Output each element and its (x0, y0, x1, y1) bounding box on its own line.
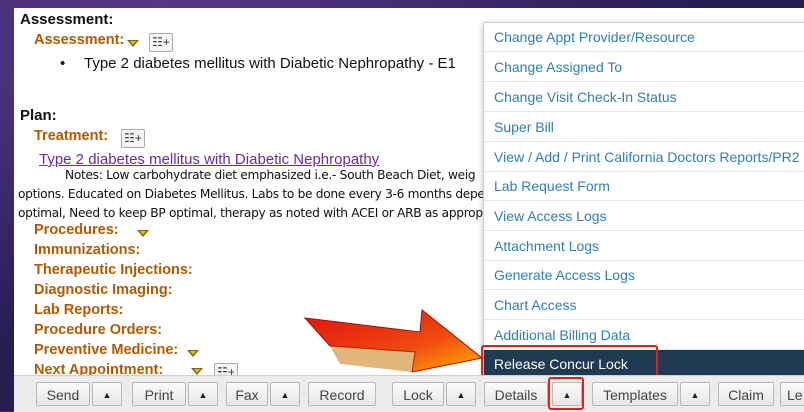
diagnosis-text: Type 2 diabetes mellitus with Diabetic N… (84, 55, 456, 72)
send-menu-up-icon[interactable]: ▲ (92, 382, 122, 406)
diagnosis-bullet: • (60, 55, 66, 72)
preventive-dropdown-icon[interactable] (187, 350, 199, 357)
section-next-appointment: Next Appointment: (34, 362, 164, 375)
section-immunizations: Immunizations: (34, 242, 141, 258)
procedures-dropdown-icon[interactable] (137, 230, 149, 237)
fax-button[interactable]: Fax (226, 382, 268, 406)
assessment-add-icon[interactable]: ☷+ (149, 33, 173, 52)
assessment-label: Assessment: (34, 32, 125, 48)
fax-menu-up-icon[interactable]: ▲ (270, 382, 300, 406)
menu-item-lab-request-form[interactable]: Lab Request Form (484, 172, 804, 201)
send-button[interactable]: Send (36, 382, 90, 406)
menu-item-chart-access[interactable]: Chart Access (484, 291, 804, 320)
claim-button[interactable]: Claim (718, 382, 774, 406)
plan-heading: Plan: (20, 107, 57, 124)
menu-item-attachment-logs[interactable]: Attachment Logs (484, 232, 804, 261)
section-preventive-medicine: Preventive Medicine: (34, 342, 179, 358)
treatment-add-icon[interactable]: ☷+ (121, 129, 145, 148)
section-procedures: Procedures: (34, 222, 119, 238)
section-lab-reports: Lab Reports: (34, 302, 124, 318)
menu-item-generate-access-logs[interactable]: Generate Access Logs (484, 261, 804, 290)
menu-item-view-access-logs[interactable]: View Access Logs (484, 202, 804, 231)
notes-line-2: options. Educated on Diabetes Mellitus. … (18, 187, 485, 201)
menu-item-change-assigned-to[interactable]: Change Assigned To (484, 53, 804, 82)
print-button[interactable]: Print (132, 382, 186, 406)
templates-button[interactable]: Templates (592, 382, 678, 406)
pointer-arrow-icon (303, 309, 484, 373)
assessment-heading: Assessment: (20, 11, 114, 28)
section-diagnostic-imaging: Diagnostic Imaging: (34, 282, 173, 298)
details-button[interactable]: Details (484, 382, 548, 406)
menu-item-california-reports[interactable]: View / Add / Print California Doctors Re… (484, 143, 804, 172)
highlight-release-concur-lock (481, 345, 658, 379)
details-dropdown-menu: Change Appt Provider/Resource Change Ass… (483, 22, 804, 382)
notes-line-1: Notes: Low carbohydrate diet emphasized … (65, 168, 476, 182)
treatment-label: Treatment: (34, 128, 109, 144)
lock-menu-up-icon[interactable]: ▲ (446, 382, 476, 406)
treatment-link[interactable]: Type 2 diabetes mellitus with Diabetic N… (39, 151, 379, 168)
templates-menu-up-icon[interactable]: ▲ (680, 382, 710, 406)
menu-item-change-appt-provider[interactable]: Change Appt Provider/Resource (484, 23, 804, 52)
assessment-dropdown-icon[interactable] (127, 40, 139, 47)
next-appointment-add-icon[interactable]: ☷+ (214, 363, 238, 375)
bottom-toolbar: Send ▲ Print ▲ Fax ▲ Record Lock ▲ Detai… (14, 375, 804, 412)
section-procedure-orders: Procedure Orders: (34, 322, 163, 338)
record-button[interactable]: Record (308, 382, 376, 406)
menu-item-super-bill[interactable]: Super Bill (484, 113, 804, 142)
section-therapeutic-injections: Therapeutic Injections: (34, 262, 193, 278)
lock-button[interactable]: Lock (392, 382, 444, 406)
notes-line-3: optimal, Need to keep BP optimal, therap… (18, 206, 483, 220)
letter-button[interactable]: Le (780, 382, 804, 406)
menu-item-change-checkin-status[interactable]: Change Visit Check-In Status (484, 83, 804, 112)
print-menu-up-icon[interactable]: ▲ (188, 382, 218, 406)
highlight-details-arrow (548, 377, 584, 410)
next-appointment-dropdown-icon[interactable] (191, 368, 203, 375)
